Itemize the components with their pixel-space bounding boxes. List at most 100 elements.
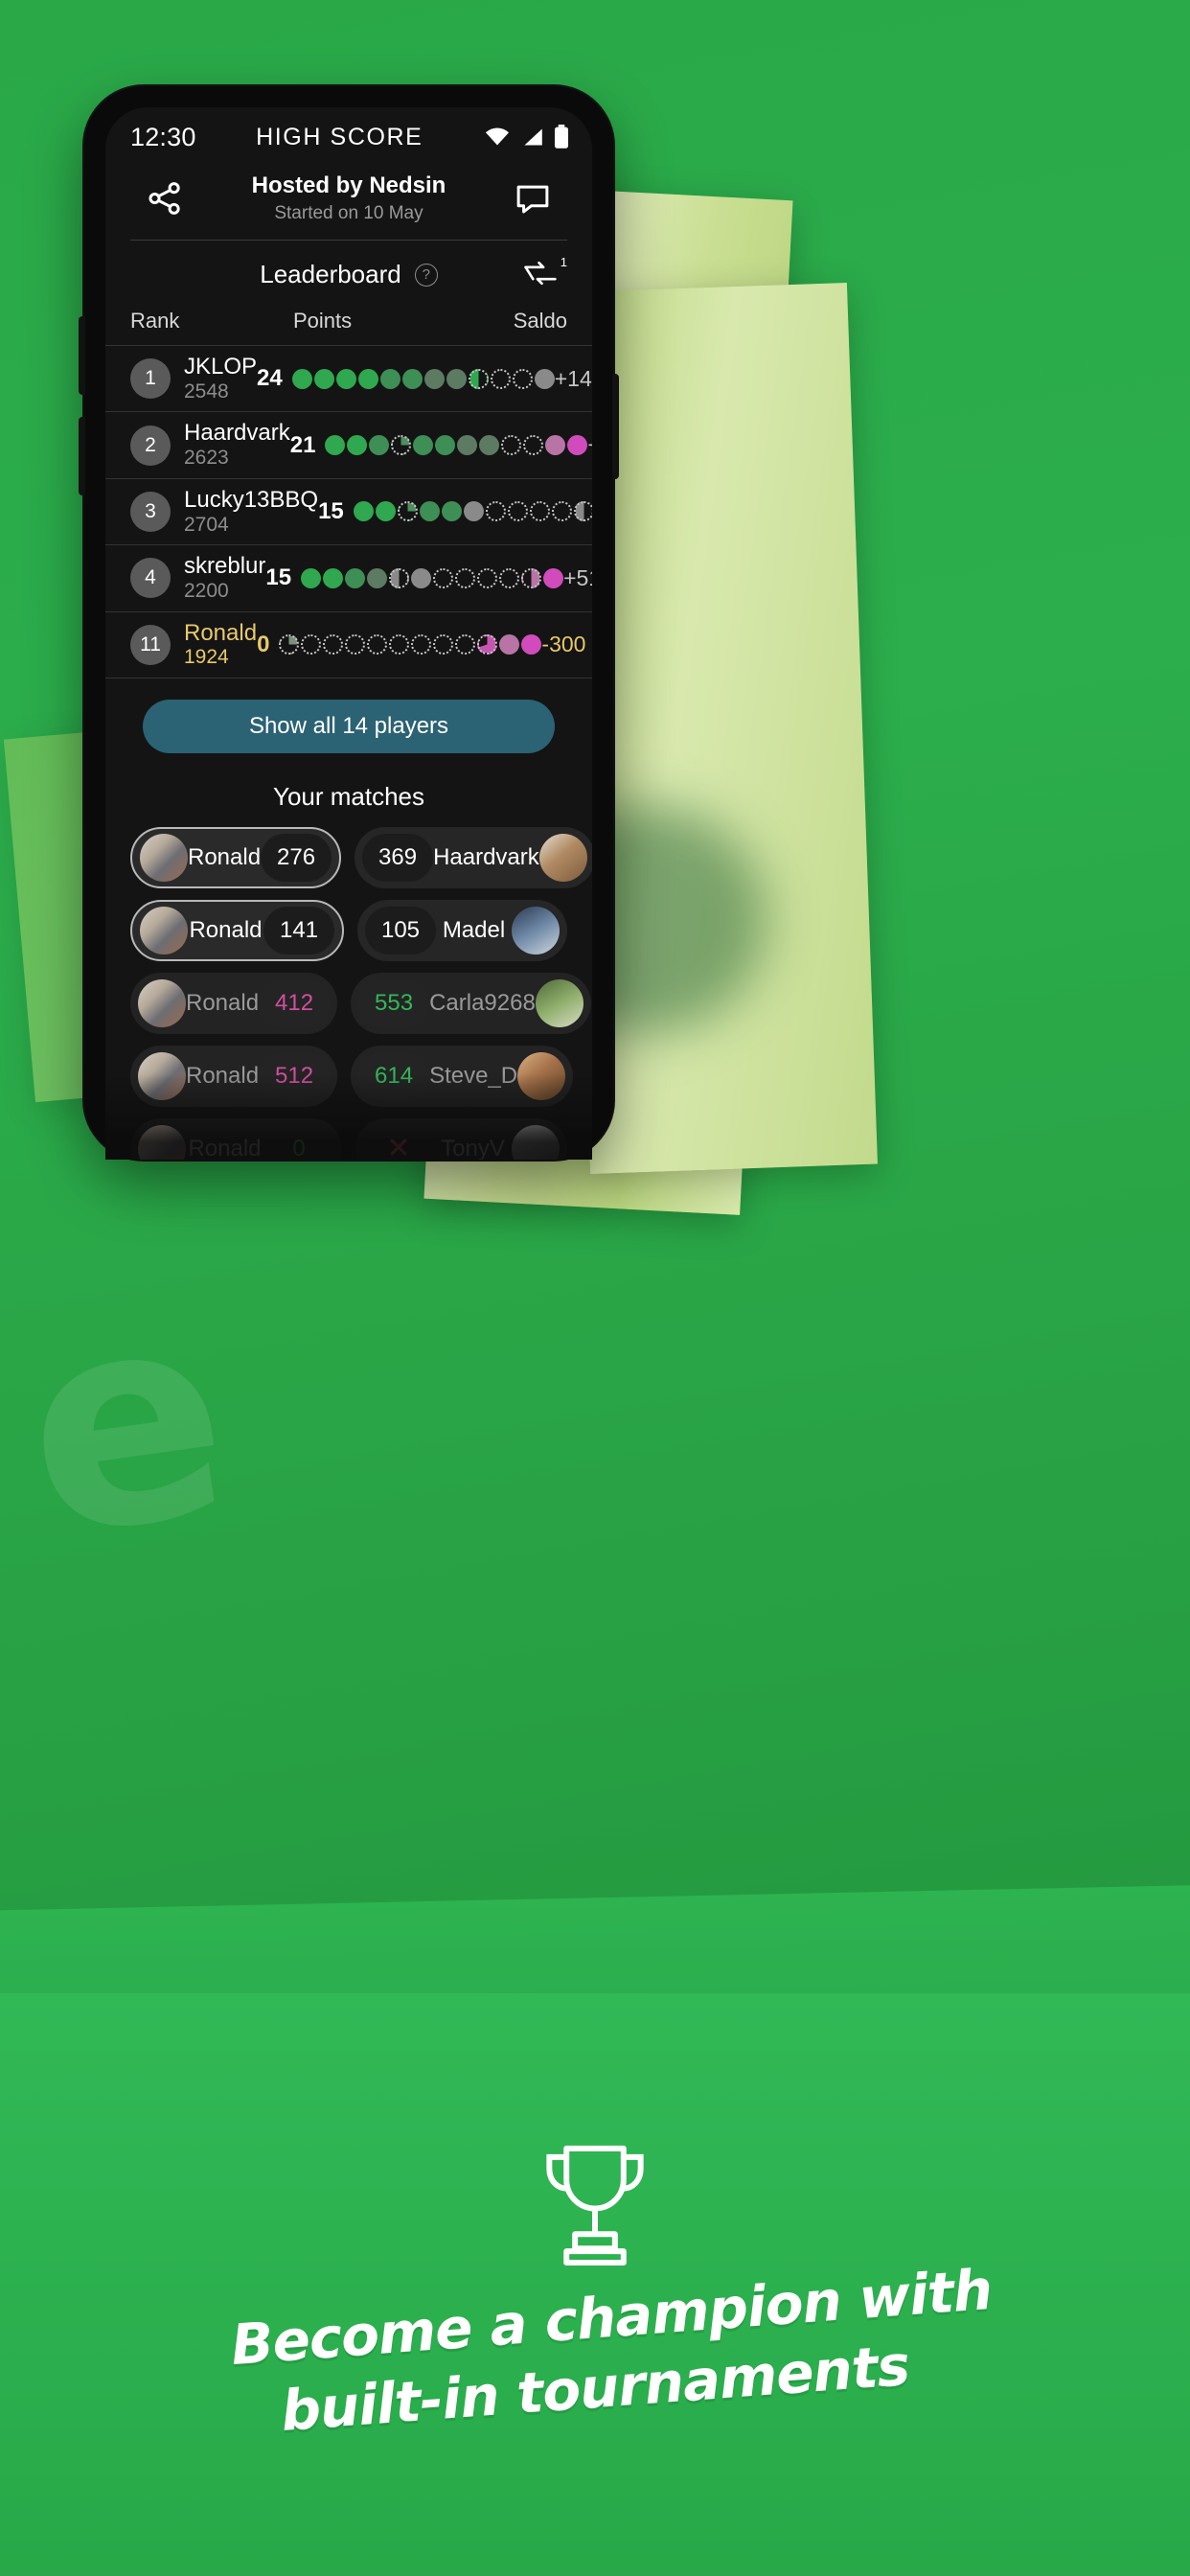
match-score-left: 0 xyxy=(263,1124,334,1160)
host-subtitle: Started on 10 May xyxy=(274,203,423,223)
progress-dot xyxy=(345,634,366,656)
match-progress-dots xyxy=(301,567,564,588)
promo-footer: Become a champion with built-in tourname… xyxy=(0,2137,1190,2576)
match-player-name: Carla9268 xyxy=(429,989,536,1016)
rank-badge: 4 xyxy=(130,558,171,599)
progress-dot xyxy=(433,567,454,588)
bw-avatar xyxy=(512,1124,560,1160)
cat-avatar xyxy=(138,1051,186,1100)
leaderboard-title: Leaderboard xyxy=(260,260,401,288)
progress-dot xyxy=(375,501,396,522)
progress-dot xyxy=(435,435,456,456)
progress-dot xyxy=(401,368,423,389)
match-row: Ronald 412 553 Carla9268 xyxy=(130,972,591,1034)
match-card-left[interactable]: Ronald 412 xyxy=(130,972,338,1034)
progress-dot xyxy=(501,435,522,456)
match-score-left: 512 xyxy=(259,1051,331,1100)
rank-badge: 2 xyxy=(130,425,171,466)
progress-dot xyxy=(512,368,533,389)
progress-dot xyxy=(353,501,374,522)
status-bar: 12:30 HIGH SCORE xyxy=(105,107,592,167)
progress-dot xyxy=(490,368,511,389)
chat-button[interactable] xyxy=(506,175,560,221)
match-card-left[interactable]: Ronald 0 xyxy=(130,1117,342,1160)
player-name: skreblur xyxy=(184,553,266,580)
progress-dot xyxy=(301,634,322,656)
match-score-right: ✕ xyxy=(363,1124,434,1160)
match-score-right: 369 xyxy=(362,833,434,882)
match-progress-dots xyxy=(353,501,592,522)
share-button[interactable] xyxy=(138,175,192,221)
progress-dot xyxy=(411,634,432,656)
player-info: Ronald 1924 xyxy=(184,620,257,669)
leaderboard-row[interactable]: 2Haardvark262321+993 xyxy=(105,411,592,477)
trophy-icon xyxy=(546,2145,644,2266)
volume-up-button[interactable] xyxy=(79,316,85,395)
leaderboard-header: Leaderboard ? 1 xyxy=(105,241,592,305)
match-card-right[interactable]: 614 Steve_D xyxy=(351,1045,574,1107)
progress-dot xyxy=(379,368,400,389)
leaderboard-row[interactable]: 1JKLOP254824+1411 xyxy=(105,345,592,411)
match-card-left[interactable]: Ronald 276 xyxy=(130,826,342,888)
progress-dot xyxy=(367,567,388,588)
progress-dot xyxy=(323,567,344,588)
help-icon[interactable]: ? xyxy=(414,263,438,287)
player-rating: 1924 xyxy=(184,646,229,669)
progress-dot xyxy=(523,435,544,456)
dog-avatar xyxy=(517,1051,566,1100)
match-player-name: Steve_D xyxy=(429,1062,518,1089)
match-row: Ronald 0 ✕ TonyV xyxy=(130,1117,567,1160)
player-points: 15 xyxy=(318,497,344,524)
app-title: HIGH SCORE xyxy=(256,123,423,150)
match-player-name: Madel xyxy=(442,916,506,943)
match-row: Ronald 141 105 Madel xyxy=(130,899,567,961)
progress-dot xyxy=(468,368,489,389)
match-player-name: Ronald xyxy=(189,916,263,943)
phone-frame: 12:30 HIGH SCORE Hosted by Nedsin Starte… xyxy=(79,86,619,1160)
match-score-right: 553 xyxy=(358,978,430,1027)
progress-dot xyxy=(499,634,520,656)
battery-icon xyxy=(554,125,569,149)
progress-dot xyxy=(291,368,312,389)
progress-dot xyxy=(485,501,506,522)
match-score-left: 412 xyxy=(259,978,331,1027)
match-card-left[interactable]: Ronald 512 xyxy=(130,1045,338,1107)
progress-dot xyxy=(446,368,467,389)
progress-dot xyxy=(477,567,498,588)
progress-dot xyxy=(441,501,462,522)
player-info: Haardvark 2623 xyxy=(184,421,290,470)
match-player-name: TonyV xyxy=(441,1135,505,1160)
match-player-name: Haardvark xyxy=(433,843,539,870)
show-all-players-button[interactable]: Show all 14 players xyxy=(143,699,555,753)
shuffle-badge: 1 xyxy=(560,255,567,269)
leaderboard-row[interactable]: 3Lucky13BBQ270415+698 xyxy=(105,477,592,544)
match-card-right[interactable]: ✕ TonyV xyxy=(355,1117,567,1160)
cat-avatar xyxy=(140,906,188,954)
progress-dot xyxy=(567,435,588,456)
match-card-right[interactable]: 105 Madel xyxy=(357,899,567,961)
match-score-right: 105 xyxy=(365,906,436,954)
progress-dot xyxy=(345,567,366,588)
player-info: JKLOP 2548 xyxy=(184,354,257,402)
match-progress-dots xyxy=(325,435,588,456)
blue-avatar xyxy=(512,906,560,954)
volume-down-button[interactable] xyxy=(79,417,85,495)
player-rating: 2704 xyxy=(184,513,229,536)
progress-dot xyxy=(529,501,550,522)
leaderboard-row[interactable]: 4skreblur220015+519 xyxy=(105,544,592,610)
match-card-left[interactable]: Ronald 141 xyxy=(130,899,344,961)
shuffle-icon xyxy=(524,261,557,286)
status-icons xyxy=(483,125,569,150)
match-card-right[interactable]: 553 Carla9268 xyxy=(351,972,591,1034)
leaderboard-row[interactable]: 11 Ronald 1924 0 -300 xyxy=(105,610,592,678)
player-rating: 2623 xyxy=(184,447,229,470)
column-saldo: Saldo xyxy=(513,309,567,333)
power-button[interactable] xyxy=(612,374,619,479)
player-points: 0 xyxy=(257,631,270,657)
progress-dot xyxy=(323,634,344,656)
host-title: Hosted by Nedsin xyxy=(251,172,446,198)
match-card-right[interactable]: 369 Haardvark xyxy=(355,826,592,888)
match-row: Ronald 512 614 Steve_D xyxy=(130,1045,574,1107)
shuffle-button[interactable]: 1 xyxy=(521,255,567,288)
matches-list: Ronald 276 369 Haardvark Ronald 141 105 Madel Ro… xyxy=(105,812,592,1160)
